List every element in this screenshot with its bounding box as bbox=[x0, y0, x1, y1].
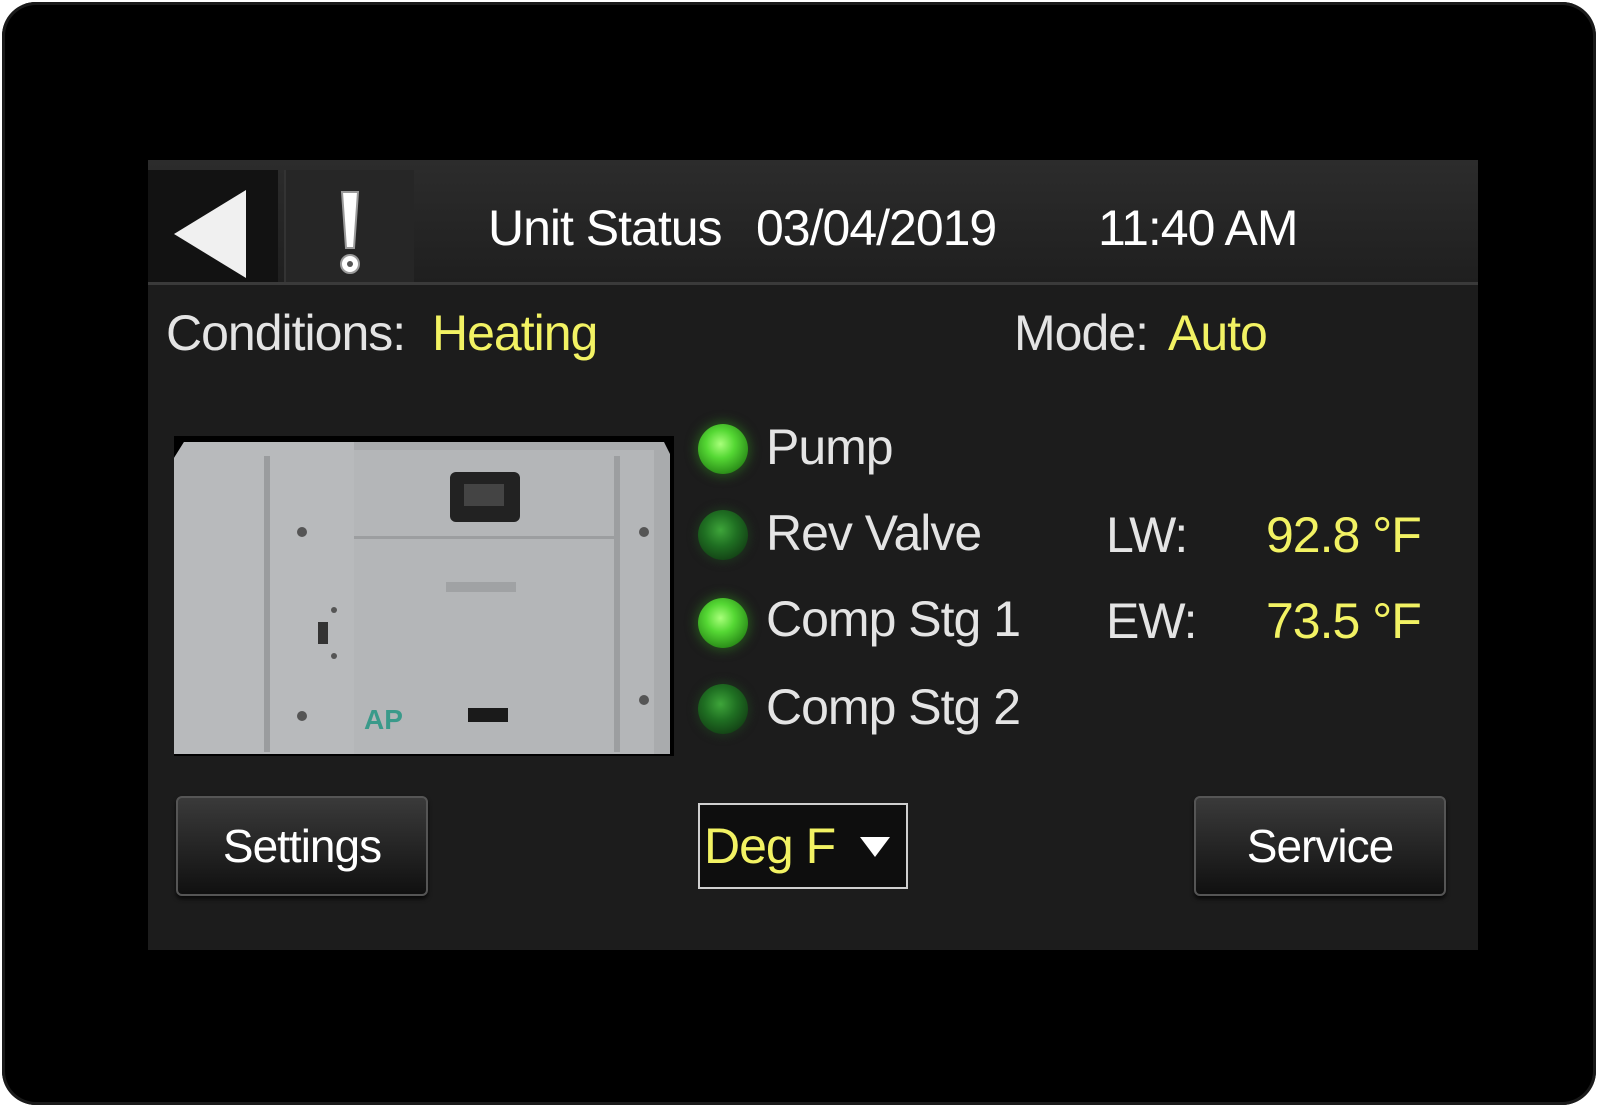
rev-valve-label: Rev Valve bbox=[766, 505, 982, 561]
leaving-water-value: 92.8 °F bbox=[1266, 507, 1422, 563]
comp-stg-1-label: Comp Stg 1 bbox=[766, 591, 1021, 647]
entering-water-value: 73.5 °F bbox=[1266, 593, 1422, 649]
unit-logo: AP bbox=[364, 704, 403, 735]
temperature-unit-selected: Deg F bbox=[704, 818, 836, 874]
alert-button[interactable] bbox=[284, 170, 414, 282]
comp-stg-2-label: Comp Stg 2 bbox=[766, 679, 1021, 735]
mode-value: Auto bbox=[1168, 305, 1268, 361]
conditions-value: Heating bbox=[432, 305, 598, 361]
chevron-down-icon bbox=[860, 837, 890, 857]
settings-button[interactable]: Settings bbox=[176, 796, 428, 896]
conditions-label: Conditions: bbox=[166, 305, 406, 361]
touch-screen: Unit Status 03/04/2019 11:40 AM Conditio… bbox=[148, 160, 1478, 950]
mode-label: Mode: bbox=[1014, 305, 1149, 361]
rev-valve-indicator-led bbox=[698, 510, 748, 560]
alert-icon bbox=[340, 191, 360, 274]
heat-pump-image: AP bbox=[174, 436, 674, 756]
entering-water-label: EW: bbox=[1106, 593, 1198, 649]
comp-stg-1-indicator-led bbox=[698, 598, 748, 648]
leaving-water-label: LW: bbox=[1106, 507, 1188, 563]
header-bar: Unit Status 03/04/2019 11:40 AM bbox=[148, 160, 1478, 285]
pump-label: Pump bbox=[766, 419, 894, 475]
back-arrow-icon bbox=[174, 190, 246, 278]
page-title: Unit Status bbox=[488, 200, 723, 256]
service-button[interactable]: Service bbox=[1194, 796, 1446, 896]
time-display: 11:40 AM bbox=[1098, 200, 1299, 256]
comp-stg-2-indicator-led bbox=[698, 684, 748, 734]
pump-indicator-led bbox=[698, 424, 748, 474]
back-button[interactable] bbox=[148, 170, 278, 282]
date-display: 03/04/2019 bbox=[756, 200, 997, 256]
temperature-unit-dropdown[interactable]: Deg F bbox=[698, 803, 908, 889]
